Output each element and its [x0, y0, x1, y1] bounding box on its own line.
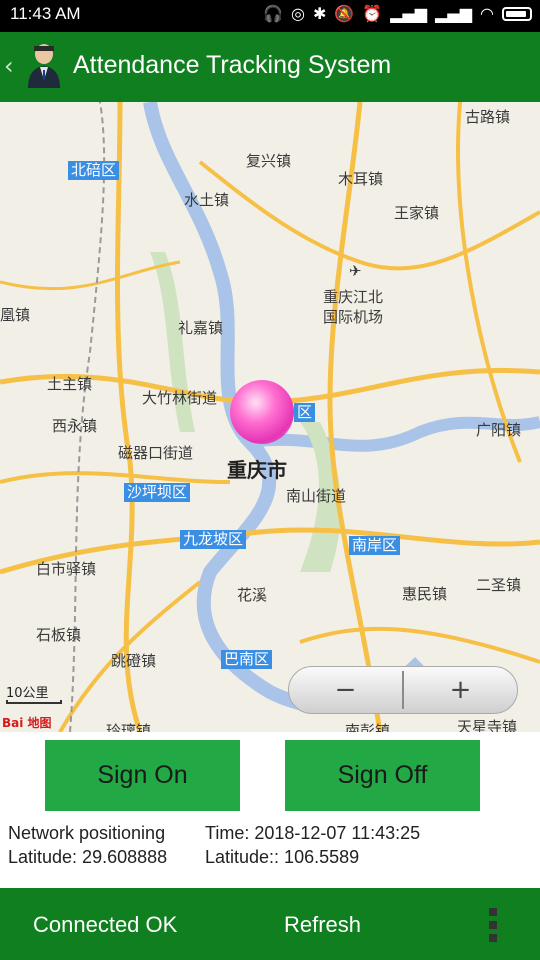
map-scale-label: 10公里	[6, 686, 49, 701]
connection-status: Connected OK	[33, 912, 178, 937]
zoom-control: − +	[288, 666, 518, 714]
headphones-icon: 🎧	[263, 4, 283, 23]
bluetooth-icon: ✱	[312, 4, 327, 23]
map-label-fuxing: 复兴镇	[246, 152, 292, 170]
zoom-out-icon: −	[334, 675, 357, 705]
map-label-dazhulin: 大竹林街道	[142, 389, 218, 407]
map-label-muer: 木耳镇	[338, 170, 384, 188]
map-district-nanan: 南岸区	[349, 536, 401, 555]
longitude-value: Latitude:: 106.5589	[205, 847, 360, 867]
map-label-ciqikou: 磁器口街道	[118, 444, 194, 462]
zoom-in-icon: +	[449, 675, 472, 705]
overflow-dot	[489, 908, 497, 916]
bottom-bar: Connected OK Refresh	[0, 888, 540, 960]
wifi-icon: ◠	[480, 4, 494, 23]
info-row-2: Latitude: 29.608888 Latitude:: 106.5589	[8, 847, 538, 868]
map-label-gulu: 古路镇	[465, 108, 511, 126]
map-label-shuitu: 水土镇	[184, 191, 230, 209]
map-district-shapingba: 沙坪坝区	[124, 483, 191, 502]
map-label-wangjia: 王家镇	[394, 204, 440, 222]
map-label-guangyang: 广阳镇	[476, 421, 522, 439]
map-label-shiban: 石板镇	[36, 626, 82, 644]
positioning-mode: Network positioning	[8, 823, 166, 843]
overflow-dot	[489, 934, 497, 942]
map-district-jiangbei: 区	[294, 403, 316, 422]
overflow-menu-icon[interactable]	[489, 908, 499, 942]
zoom-in-button[interactable]: +	[404, 667, 517, 713]
refresh-button[interactable]: Refresh	[284, 912, 361, 938]
status-time: 11:43 AM	[10, 4, 81, 23]
map-district-banan: 巴南区	[221, 650, 273, 669]
sign-on-button[interactable]: Sign On	[45, 740, 240, 811]
map-label-lijia: 礼嘉镇	[178, 319, 224, 337]
status-icons: 🎧 ◎ ✱ 🔕 ⏰ ▂▄▆ ▂▄▆ ◠	[263, 4, 532, 23]
back-icon[interactable]: ‹	[4, 52, 14, 80]
map-label-nanpeng: 南彭镇	[345, 722, 391, 732]
map-label-ersheng: 二圣镇	[476, 576, 522, 594]
map-label-tianxing: 天星寺镇	[457, 718, 518, 732]
overflow-dot	[489, 921, 497, 929]
signal-icon: ▂▄▆	[390, 4, 428, 23]
app-bar: ‹ Attendance Tracking System	[0, 32, 540, 102]
airport-icon: ✈	[349, 262, 362, 280]
status-bar: 11:43 AM 🎧 ◎ ✱ 🔕 ⏰ ▂▄▆ ▂▄▆ ◠	[0, 0, 540, 32]
map-label-tiaodeng: 跳磴镇	[111, 652, 157, 670]
signal-icon: ▂▄▆	[435, 4, 473, 23]
map-label-xiyong: 西永镇	[52, 417, 98, 435]
latitude-value: Latitude: 29.608888	[8, 847, 168, 867]
map-label-airport-line1: 重庆江北	[323, 288, 384, 306]
zoom-out-button[interactable]: −	[289, 667, 402, 713]
map-label-huimin: 惠民镇	[402, 585, 448, 603]
sign-off-button[interactable]: Sign Off	[285, 740, 480, 811]
timestamp: Time: 2018-12-07 11:43:25	[205, 823, 421, 843]
map-view[interactable]: 古路镇 北碚区 复兴镇 木耳镇 水土镇 王家镇 ✈ 重庆江北 国际机场 凰镇 礼…	[0, 102, 540, 732]
map-logo: Bai 地图	[2, 716, 52, 730]
location-marker-icon[interactable]	[230, 380, 294, 444]
map-city-chongqing: 重庆市	[227, 458, 287, 482]
sync-icon: ◎	[290, 4, 305, 23]
mute-icon: 🔕	[334, 4, 355, 23]
map-scale-bar	[6, 700, 62, 704]
security-guard-icon	[28, 44, 60, 88]
map-district-beibei: 北碚区	[68, 161, 120, 180]
map-label-fenghuang: 凰镇	[0, 306, 31, 324]
map-label-huaxi: 花溪	[237, 586, 268, 604]
battery-icon	[502, 6, 532, 21]
app-title: Attendance Tracking System	[73, 51, 392, 79]
map-label-baishiyi: 白市驿镇	[36, 560, 97, 578]
map-label-airport-line2: 国际机场	[323, 308, 384, 326]
map-label-lingjiang: 玲璃镇	[106, 722, 152, 732]
alarm-icon: ⏰	[362, 4, 383, 23]
map-label-tuzhu: 土主镇	[47, 375, 93, 393]
map-district-jiulongpo: 九龙坡区	[180, 530, 247, 549]
info-row-1: Network positioning Time: 2018-12-07 11:…	[8, 823, 538, 844]
map-label-nanshan: 南山街道	[286, 487, 347, 505]
